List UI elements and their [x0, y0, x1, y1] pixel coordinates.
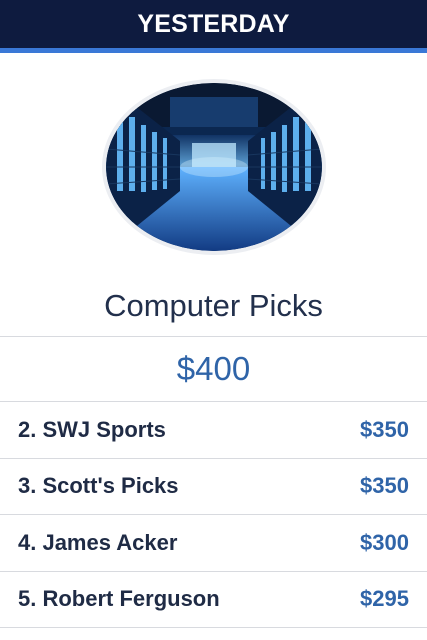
rankings-list: 2. SWJ Sports $350 3. Scott's Picks $350…: [0, 402, 427, 628]
hero-section: [0, 48, 427, 255]
ranking-name: 5. Robert Ferguson: [18, 586, 220, 612]
winner-amount: $400: [0, 336, 427, 402]
ranking-amount: $300: [360, 529, 409, 555]
page-title: YESTERDAY: [137, 9, 290, 38]
top-bar: YESTERDAY: [0, 0, 427, 53]
ranking-amount: $295: [360, 586, 409, 612]
ranking-row[interactable]: 4. James Acker $300: [0, 515, 427, 572]
ranking-amount: $350: [360, 416, 409, 442]
section-title: Computer Picks: [104, 288, 323, 323]
leaderboard-page: YESTERDAY Computer Picks $400 2. SWJ Spo…: [0, 0, 427, 640]
server-room-image: [105, 83, 322, 251]
ranking-name: 3. Scott's Picks: [18, 473, 179, 499]
ranking-row[interactable]: 3. Scott's Picks $350: [0, 459, 427, 515]
ranking-row[interactable]: 5. Robert Ferguson $295: [0, 572, 427, 628]
ranking-row[interactable]: 2. SWJ Sports $350: [0, 402, 427, 459]
ranking-amount: $350: [360, 473, 409, 499]
ranking-name: 4. James Acker: [18, 529, 178, 555]
avatar-frame: [101, 79, 326, 255]
ranking-name: 2. SWJ Sports: [18, 416, 166, 442]
